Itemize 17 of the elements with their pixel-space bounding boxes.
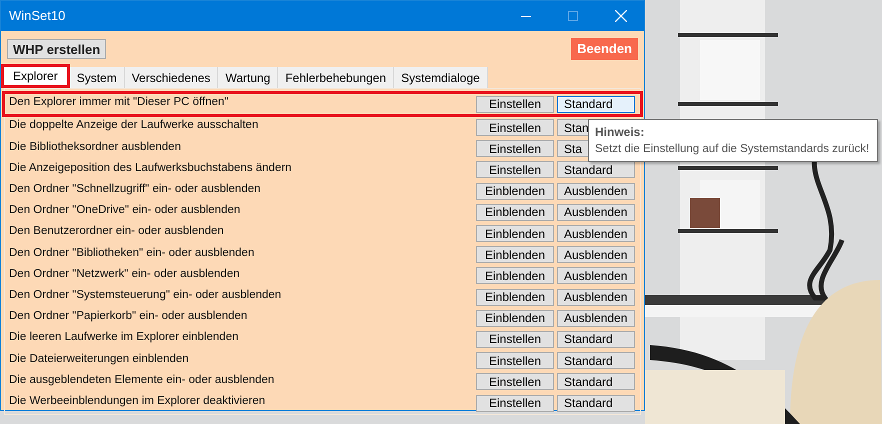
setting-label: Den Explorer immer mit "Dieser PC öffnen" [9,94,230,110]
setting-label: Den Benutzerordner ein- oder ausblenden [9,224,225,240]
setting-label: Den Ordner "Bibliotheken" ein- oder ausblenden [9,246,256,261]
setting-label: Den Ordner "Netzwerk" ein- oder ausblenden [9,266,241,282]
setting-label: Den Ordner "Papierkorb" ein- oder ausblenden [9,309,248,324]
setting-label: Die Werbeeinblendungen im Explorer deaktivieren [9,394,266,409]
setting-label: Die Bibliotheksordner ausblenden [9,140,182,155]
setting-label: Den Ordner "Schnellzugriff" ein- oder ausblenden [9,182,262,198]
setting-label: Die ausgeblendeten Elemente ein- oder ausblenden [9,372,276,388]
setting-label: Die Dateierweiterungen einblenden [9,352,190,367]
setting-label: Den Ordner "Systemsteuerung" ein- oder ausblenden [9,288,282,303]
setting-label: Den Ordner "OneDrive" ein- oder ausblenden [9,203,242,218]
setting-label: Die Anzeigeposition des Laufwerksbuchstabens ändern [9,160,293,176]
window-title: WinSet10 [9,7,66,26]
tooltip-text: Setzt die Einstellung auf die Systemstandards zurück! [595,142,870,157]
setting-label: Die leeren Laufwerke im Explorer einblenden [9,330,240,346]
setting-label: Die doppelte Anzeige der Laufwerke ausschalten [9,118,260,134]
